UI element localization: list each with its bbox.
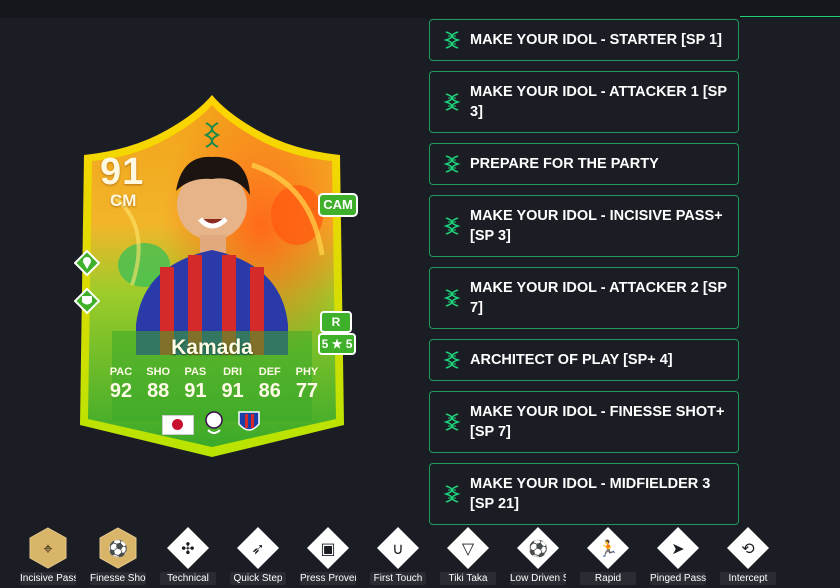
svg-text:⚽: ⚽ (107, 539, 128, 558)
objective-item[interactable]: MAKE YOUR IDOL - INCISIVE PASS+ [SP 3] (429, 195, 739, 257)
svg-text:⚽: ⚽ (527, 539, 548, 558)
svg-text:➶: ➶ (251, 539, 264, 558)
incisive-pass-icon: ⌖ (29, 527, 67, 569)
low-driven-shot-icon: ⚽ (517, 527, 559, 569)
dna-icon (443, 413, 461, 431)
playstyle-item[interactable]: ⟲ Intercept (720, 526, 776, 588)
objective-item[interactable]: MAKE YOUR IDOL - FINESSE SHOT+ [SP 7] (429, 391, 739, 453)
playstyle-label: Pinged Pass (650, 572, 706, 585)
objective-item[interactable]: ARCHITECT OF PLAY [SP+ 4] (429, 339, 739, 381)
league-logo-icon (205, 411, 223, 434)
dna-icon (443, 31, 461, 49)
alt-position-badge: CAM (318, 193, 358, 217)
playstyle-label: Technical (160, 572, 216, 585)
dna-icon (443, 351, 461, 369)
stat-dri: DRI 91 (221, 366, 244, 402)
objective-item[interactable]: MAKE YOUR IDOL - STARTER [SP 1] (429, 19, 739, 61)
playstyle-label: Tiki Taka (440, 572, 496, 585)
first-touch-icon: ∪ (377, 527, 419, 569)
nation-flag-icon (162, 415, 194, 435)
svg-text:∪: ∪ (392, 539, 404, 558)
playstyle-item[interactable]: ➤ Pinged Pass (650, 526, 706, 588)
playstyle-item[interactable]: ✣ Technical (160, 526, 216, 588)
location-pin-icon (74, 250, 100, 276)
svg-text:➤: ➤ (671, 539, 684, 558)
top-bar (0, 0, 840, 18)
objective-label: MAKE YOUR IDOL - STARTER [SP 1] (470, 32, 722, 48)
playstyle-label: Intercept (720, 572, 776, 585)
finesse-shot-icon: ⚽ (99, 527, 137, 569)
objective-label: PREPARE FOR THE PARTY (470, 156, 659, 172)
dna-icon (443, 289, 461, 307)
dna-icon (443, 217, 461, 235)
player-name: Kamada (171, 336, 253, 359)
pinged-pass-icon: ➤ (657, 527, 699, 569)
playstyle-label: Quick Step (230, 572, 286, 585)
dna-icon (443, 485, 461, 503)
objective-label: MAKE YOUR IDOL - ATTACKER 1 [SP 3] (470, 84, 727, 120)
preferred-foot-badge: R (320, 311, 352, 333)
accent-line (740, 16, 840, 17)
objective-item[interactable]: MAKE YOUR IDOL - ATTACKER 2 [SP 7] (429, 267, 739, 329)
quick-step-icon: ➶ (237, 527, 279, 569)
playstyle-item[interactable]: ▣ Press Proven (300, 526, 356, 588)
objective-label: ARCHITECT OF PLAY [SP+ 4] (470, 352, 673, 368)
objective-item[interactable]: PREPARE FOR THE PARTY (429, 143, 739, 185)
objective-item[interactable]: MAKE YOUR IDOL - ATTACKER 1 [SP 3] (429, 71, 739, 133)
press-proven-icon: ▣ (307, 527, 349, 569)
stat-pas: PAS 91 (184, 366, 207, 402)
dna-icon (443, 93, 461, 111)
player-rating: 91 (100, 151, 145, 193)
player-position: CM (110, 191, 137, 210)
objective-label: MAKE YOUR IDOL - ATTACKER 2 [SP 7] (470, 280, 727, 316)
tiki-taka-icon: ▽ (447, 527, 489, 569)
player-card[interactable]: 91 CM CAM R 5 ★ 5 Kamada PAC 92 SHO 88 PAS… (72, 95, 362, 460)
svg-text:✣: ✣ (181, 539, 194, 558)
stat-phy: PHY 77 (295, 366, 319, 402)
shield-icon (74, 288, 100, 314)
club-badge-icon (238, 411, 260, 431)
card-background (80, 95, 344, 457)
playstyle-label: Incisive Pass (20, 572, 76, 585)
playstyle-item[interactable]: ▽ Tiki Taka (440, 526, 496, 588)
playstyle-label: Rapid (580, 572, 636, 585)
objective-label: MAKE YOUR IDOL - INCISIVE PASS+ [SP 3] (470, 208, 723, 244)
playstyle-item[interactable]: ⚽ Finesse Shot (90, 526, 146, 588)
playstyle-item[interactable]: ∪ First Touch (370, 526, 426, 588)
stat-sho: SHO 88 (146, 366, 171, 402)
playstyle-item[interactable]: 🏃 Rapid (580, 526, 636, 588)
objective-label: MAKE YOUR IDOL - MIDFIELDER 3 [SP 21] (470, 476, 711, 512)
playstyle-item[interactable]: ⌖ Incisive Pass (20, 526, 76, 588)
playstyle-item[interactable]: ➶ Quick Step (230, 526, 286, 588)
intercept-icon: ⟲ (727, 527, 769, 569)
svg-text:⌖: ⌖ (43, 539, 52, 558)
svg-text:▽: ▽ (462, 539, 475, 558)
stat-def: DEF 86 (258, 366, 281, 402)
stats-row: PAC 92 SHO 88 PAS 91 DRI 91 DEF 86 PHY 77 (104, 366, 324, 403)
svg-text:⟲: ⟲ (741, 539, 755, 558)
svg-text:▣: ▣ (320, 539, 335, 558)
stat-pac: PAC 92 (109, 366, 133, 402)
dna-icon (443, 155, 461, 173)
playstyle-label: Press Proven (300, 572, 356, 585)
rapid-icon: 🏃 (587, 527, 629, 569)
objective-label: MAKE YOUR IDOL - FINESSE SHOT+ [SP 7] (470, 404, 725, 440)
playstyle-label: First Touch (370, 572, 426, 585)
playstyle-item[interactable]: ⚽ Low Driven Shot (510, 526, 566, 588)
playstyle-label: Finesse Shot (90, 572, 146, 585)
svg-text:🏃: 🏃 (598, 539, 618, 558)
technical-icon: ✣ (167, 527, 209, 569)
objective-item[interactable]: MAKE YOUR IDOL - MIDFIELDER 3 [SP 21] (429, 463, 739, 525)
playstyle-label: Low Driven Shot (510, 572, 566, 585)
